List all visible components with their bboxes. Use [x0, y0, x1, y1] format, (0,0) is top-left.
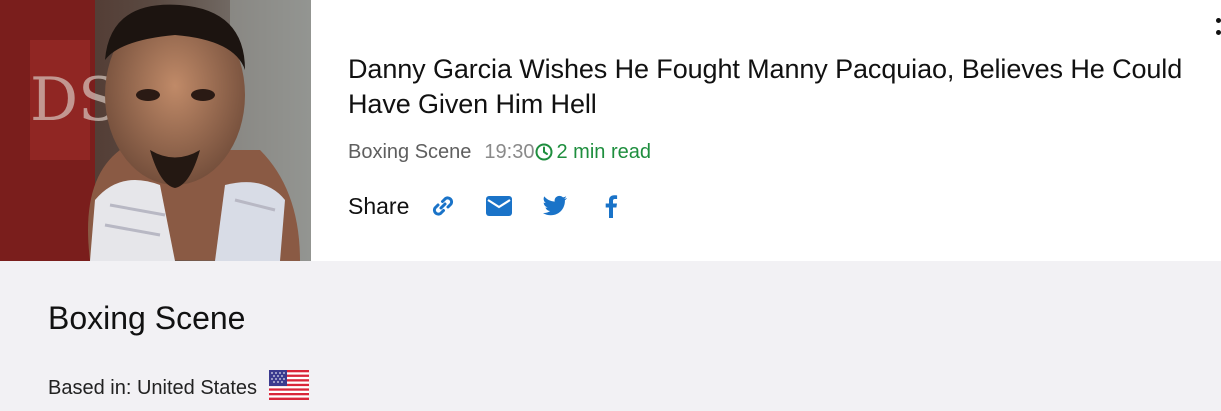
us-flag-icon — [269, 370, 310, 406]
more-dot-icon — [1216, 18, 1221, 23]
envelope-icon — [486, 196, 513, 216]
source-location-text: Based in: United States — [48, 376, 258, 399]
more-options-button[interactable] — [1212, 16, 1221, 38]
twitter-share-button[interactable] — [541, 192, 569, 220]
read-time-label: 2 min read — [556, 141, 651, 163]
read-time: 2 min read — [534, 140, 651, 164]
boxer-photo: DS — [0, 0, 311, 261]
email-share-button[interactable] — [485, 192, 513, 220]
copy-link-button[interactable] — [429, 192, 457, 220]
source-location: Based in: United States — [48, 370, 310, 406]
facebook-icon — [606, 195, 618, 218]
facebook-share-button[interactable] — [597, 192, 625, 220]
source-panel-name: Boxing Scene — [48, 300, 246, 336]
clock-icon — [535, 143, 553, 161]
twitter-icon — [543, 195, 568, 216]
share-label: Share — [348, 192, 410, 219]
more-dot-icon — [1216, 30, 1221, 35]
article-thumbnail[interactable]: DS — [0, 0, 311, 261]
link-icon — [433, 196, 454, 216]
article-source[interactable]: Boxing Scene — [348, 140, 471, 164]
article-card[interactable]: DS Danny Garcia Wishes He Fought Manny P… — [0, 0, 1221, 261]
article-title[interactable]: Danny Garcia Wishes He Fought Manny Pacq… — [348, 52, 1208, 122]
article-content: Danny Garcia Wishes He Fought Manny Pacq… — [348, 52, 1208, 219]
share-bar: Share — [348, 192, 625, 220]
article-time: 19:30 — [484, 141, 535, 163]
article-meta: Boxing Scene 19:30 2 min read — [348, 140, 651, 164]
